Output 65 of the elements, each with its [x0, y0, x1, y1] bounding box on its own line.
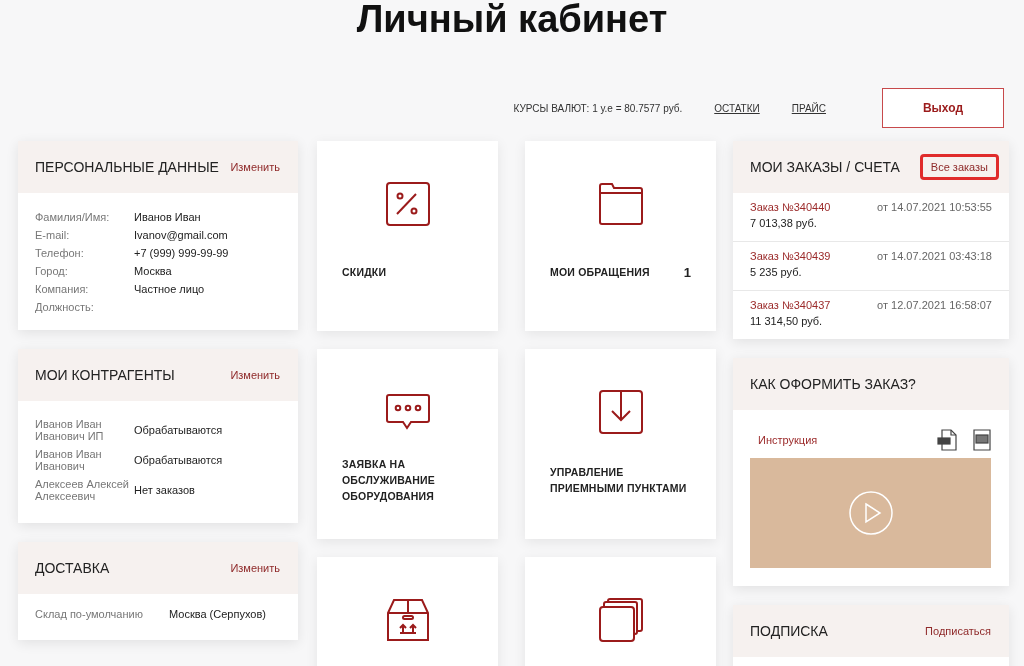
field-label: Город:	[35, 265, 69, 277]
pdf-file-icon[interactable]	[937, 429, 957, 451]
field-value: Москва (Серпухов)	[169, 608, 266, 620]
logout-button[interactable]: Выход	[882, 88, 1004, 128]
order-number-link[interactable]: Заказ №340440	[750, 201, 831, 213]
speech-bubble-icon	[385, 394, 430, 430]
tile-label: УПРАВЛЕНИЕ ПРИЕМНЫМИ ПУНКТАМИ	[550, 465, 688, 496]
nav-link[interactable]: ПРАЙС	[791, 102, 826, 114]
edit-link[interactable]: Изменить	[230, 161, 280, 173]
card-title: ПОДПИСКА	[750, 623, 828, 639]
field-label: Компания:	[35, 283, 90, 295]
tile-label: СКИДКИ	[342, 265, 387, 280]
subscribe-link[interactable]: Подписаться	[925, 625, 991, 637]
field-value: Ivanov@gmail.com	[134, 229, 228, 241]
field-value: Москва	[134, 265, 172, 277]
counterparty-status: Обрабатываются	[134, 454, 223, 466]
stacked-cards-icon	[598, 598, 643, 642]
tile-label: МОИ ОБРАЩЕНИЯ	[550, 265, 650, 280]
order-number-link[interactable]: Заказ №340437	[750, 299, 831, 311]
counterparty-name: Иванов Иван Иванович	[35, 448, 103, 472]
tile-count: 1	[683, 264, 691, 280]
order-date: от 14.07.2021 10:53:55	[877, 201, 992, 213]
instruction-link[interactable]: Инструкция	[758, 434, 818, 446]
order-amount: 5 235 руб.	[750, 266, 803, 278]
order-row[interactable]: Заказ №340439 от 14.07.2021 03:43:18 5 235 руб.	[733, 242, 1009, 291]
card-title: ПЕРСОНАЛЬНЫЕ ДАННЫЕ	[35, 159, 219, 175]
card-title: МОИ ЗАКАЗЫ / СЧЕТА	[750, 159, 900, 175]
counterparty-name: Иванов Иван Иванович ИП	[35, 418, 105, 442]
order-amount: 7 013,38 руб.	[750, 217, 818, 229]
currency-rate: КУРСЫ ВАЛЮТ: 1 у.е = 80.7577 руб.	[513, 102, 683, 114]
card-title: КАК ОФОРМИТЬ ЗАКАЗ?	[750, 376, 916, 392]
menu-tile[interactable]: УПРАВЛЕНИЕ ПРИЕМНЫМИ ПУНКТАМИ	[525, 349, 716, 539]
box-icon	[386, 599, 429, 641]
field-label: Должность:	[35, 301, 95, 313]
card-title: МОИ КОНТРАГЕНТЫ	[35, 367, 175, 383]
edit-link[interactable]: Изменить	[230, 369, 280, 381]
counterparty-name: Алексеев Алексей Алексеевич	[35, 478, 130, 502]
menu-tile[interactable]: СКИДКИ	[317, 141, 498, 331]
field-label: E-mail:	[35, 229, 71, 241]
order-row[interactable]: Заказ №340440 от 14.07.2021 10:53:55 7 013,38 руб.	[733, 193, 1009, 242]
nav-link[interactable]: ОСТАТКИ	[714, 102, 760, 114]
menu-tile[interactable]: ЗАЯВКА НА ОБСЛУЖИВАНИЕ ОБОРУДОВАНИЯ	[317, 349, 498, 539]
field-value: Частное лицо	[134, 283, 205, 295]
order-date: от 12.07.2021 16:58:07	[877, 299, 992, 311]
order-number-link[interactable]: Заказ №340439	[750, 250, 831, 262]
counterparty-status: Нет заказов	[134, 484, 195, 496]
doc-file-icon[interactable]	[973, 429, 991, 451]
order-row[interactable]: Заказ №340437 от 12.07.2021 16:58:07 11 314,50 руб.	[733, 291, 1009, 339]
all-orders-link[interactable]: Все заказы	[919, 154, 999, 180]
page-title: Личный кабинет	[355, 0, 669, 40]
field-value: Иванов Иван	[134, 211, 201, 223]
tile-label: ЗАЯВКА НА ОБСЛУЖИВАНИЕ ОБОРУДОВАНИЯ	[342, 457, 436, 504]
menu-tile[interactable]: МОИ ОБРАЩЕНИЯ 1	[525, 141, 716, 331]
field-label: Фамилия/Имя:	[35, 211, 111, 223]
order-amount: 11 314,50 руб.	[750, 315, 824, 327]
field-label: Телефон:	[35, 247, 85, 259]
order-date: от 14.07.2021 03:43:18	[877, 250, 992, 262]
card-title: ДОСТАВКА	[35, 560, 110, 576]
edit-link[interactable]: Изменить	[230, 562, 280, 574]
field-label: Склад по-умолчанию	[35, 608, 144, 620]
folder-icon	[598, 182, 643, 226]
percent-icon	[385, 182, 430, 226]
download-icon	[598, 390, 643, 434]
field-value: +7 (999) 999-99-99	[134, 247, 229, 259]
counterparty-status: Обрабатываются	[134, 424, 223, 436]
